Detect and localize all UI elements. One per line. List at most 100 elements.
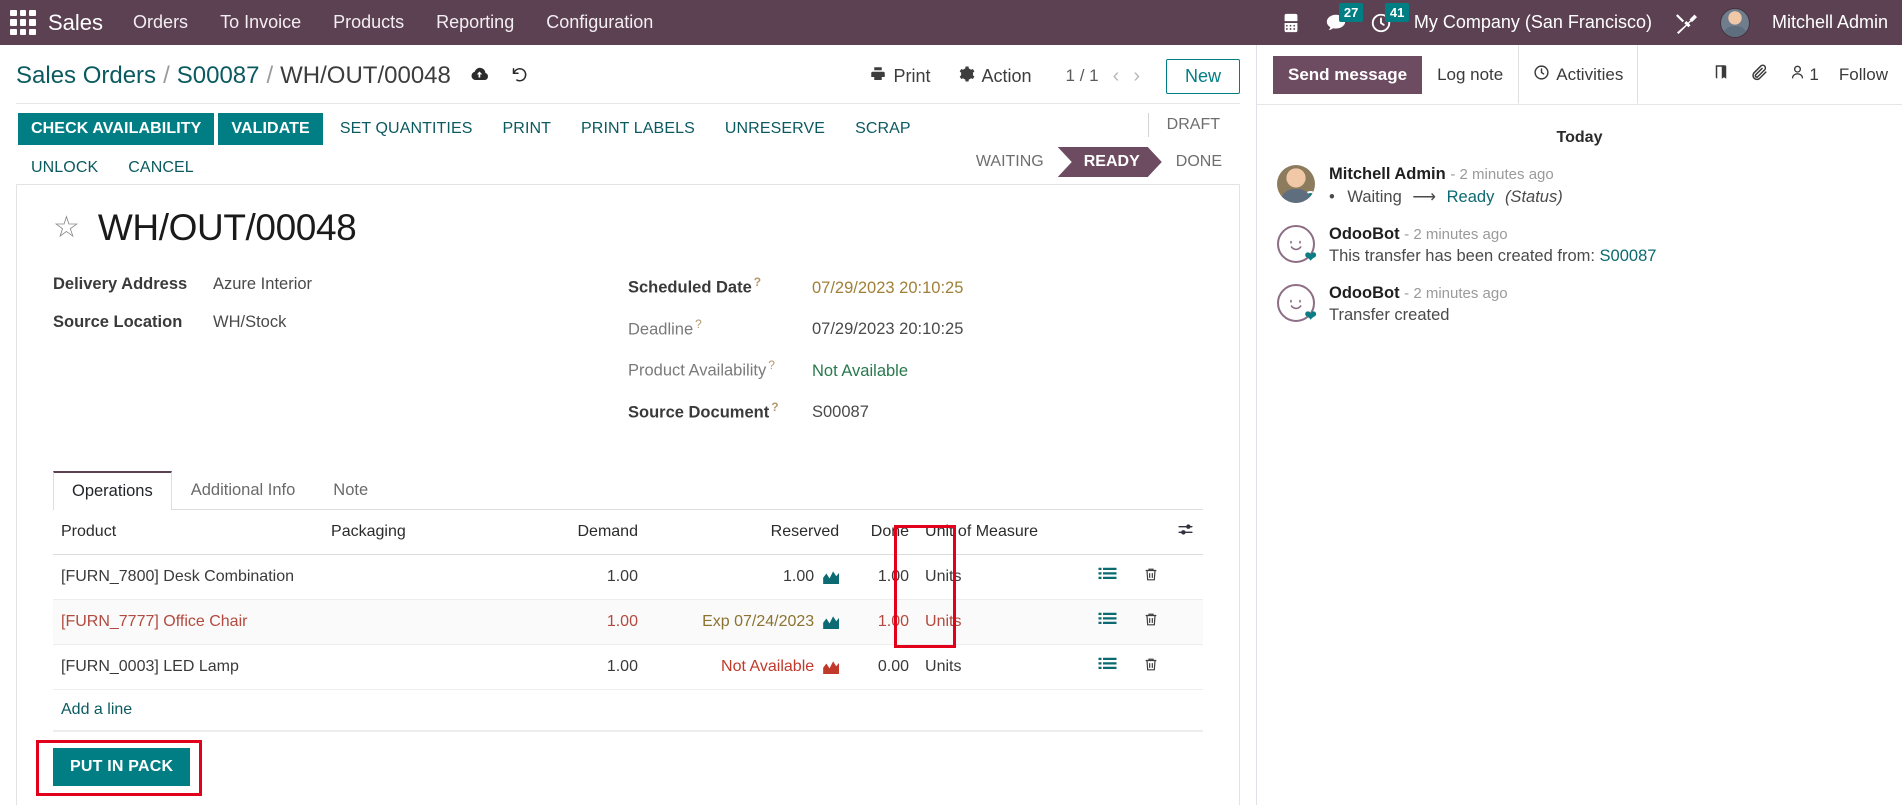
table-row[interactable]: [FURN_7777] Office Chair 1.00 Exp 07/24/… [53,599,1203,645]
apps-grid-icon[interactable] [10,9,36,36]
forecast-red-icon[interactable] [823,661,840,674]
trash-icon[interactable] [1143,566,1159,588]
tab-additional-info[interactable]: Additional Info [172,471,315,510]
field-value-source-document[interactable]: S00087 [812,403,869,422]
paperclip-icon[interactable] [1750,63,1769,87]
field-value-delivery-address[interactable]: Azure Interior [213,275,312,294]
cell-demand[interactable]: 1.00 [518,554,646,600]
cell-uom[interactable]: Units [917,554,1087,600]
detailed-operations-icon[interactable] [1098,567,1117,587]
cell-reserved[interactable]: Exp 07/24/2023 [645,599,848,645]
user-menu[interactable]: Mitchell Admin [1772,12,1888,33]
cell-done[interactable]: 1.00 [847,554,918,600]
phone-icon[interactable] [1280,12,1302,34]
menu-item-orders[interactable]: Orders [133,12,188,33]
column-header-reserved[interactable]: Reserved [645,510,848,555]
followers-button[interactable]: 1 [1789,63,1819,86]
help-icon[interactable]: ? [754,275,761,289]
undo-icon[interactable] [510,65,529,87]
clock-icon[interactable]: 41 [1370,2,1410,34]
message-author[interactable]: OdooBot [1329,225,1400,243]
menu-item-configuration[interactable]: Configuration [546,12,653,33]
status-step-done[interactable]: DONE [1162,147,1236,177]
column-header-done[interactable]: Done [847,510,918,555]
unreserve-button[interactable]: UNRESERVE [712,113,838,145]
field-value-source-location[interactable]: WH/Stock [213,313,286,332]
print-labels-button[interactable]: PRINT LABELS [568,113,708,145]
column-header-product[interactable]: Product [53,510,324,555]
avatar[interactable] [1719,7,1750,38]
cell-product[interactable]: [FURN_7777] Office Chair [53,599,324,645]
cell-reserved[interactable]: Not Available [645,644,848,690]
cell-packaging[interactable] [323,644,519,690]
cell-packaging[interactable] [323,554,519,600]
status-draft[interactable]: DRAFT [1147,113,1236,137]
avatar[interactable]: ❤ [1277,284,1317,324]
put-in-pack-button[interactable]: PUT IN PACK [53,748,191,786]
new-button[interactable]: New [1165,58,1240,94]
print-action-button[interactable]: PRINT [490,113,565,145]
print-button[interactable]: Print [869,65,931,88]
field-value-scheduled-date[interactable]: 07/29/2023 20:10:25 [812,279,963,298]
cell-product[interactable]: [FURN_7800] Desk Combination [53,554,324,600]
follow-button[interactable]: Follow [1839,65,1888,85]
breadcrumb-item-sales-orders[interactable]: Sales Orders [16,62,156,90]
cell-demand[interactable]: 1.00 [518,644,646,690]
check-availability-button[interactable]: CHECK AVAILABILITY [18,113,215,145]
cell-demand[interactable]: 1.00 [518,599,646,645]
trash-icon[interactable] [1143,611,1159,633]
messages-icon[interactable]: 27 [1324,2,1364,34]
menu-item-to-invoice[interactable]: To Invoice [220,12,301,33]
field-value-deadline[interactable]: 07/29/2023 20:10:25 [812,320,963,339]
breadcrumb-item-s00087[interactable]: S00087 [177,62,260,90]
status-step-waiting[interactable]: WAITING [962,147,1058,177]
cloud-upload-icon[interactable] [469,66,490,87]
add-line-row[interactable]: Add a line [53,689,1203,732]
table-row[interactable]: [FURN_0003] LED Lamp 1.00 Not Available [53,644,1203,690]
book-icon[interactable] [1712,63,1730,86]
tools-icon[interactable] [1674,11,1698,35]
cell-done[interactable]: 1.00 [847,599,918,645]
tab-note[interactable]: Note [314,471,387,510]
sliders-icon[interactable] [1176,523,1195,542]
detailed-operations-icon[interactable] [1098,657,1117,677]
star-outline-icon[interactable]: ☆ [53,213,80,243]
avatar[interactable] [1277,165,1315,203]
message-author[interactable]: Mitchell Admin [1329,165,1446,183]
cell-product[interactable]: [FURN_0003] LED Lamp [53,644,324,690]
activities-button[interactable]: Activities [1518,45,1639,104]
help-icon[interactable]: ? [771,400,778,414]
cell-reserved[interactable]: 1.00 [645,554,848,600]
forecast-teal-icon[interactable] [823,571,840,584]
help-icon[interactable]: ? [695,317,702,331]
send-message-button[interactable]: Send message [1273,55,1423,94]
status-step-ready[interactable]: READY [1058,147,1162,177]
trash-icon[interactable] [1143,656,1159,678]
table-row[interactable]: [FURN_7800] Desk Combination 1.00 1.00 1… [53,554,1203,600]
menu-item-reporting[interactable]: Reporting [436,12,514,33]
detailed-operations-icon[interactable] [1098,612,1117,632]
message-author[interactable]: OdooBot [1329,284,1400,302]
unlock-button[interactable]: UNLOCK [18,152,111,184]
forecast-teal-icon[interactable] [823,616,840,629]
cell-packaging[interactable] [323,599,519,645]
action-button[interactable]: Action [957,65,1032,88]
cancel-button[interactable]: CANCEL [115,152,207,184]
column-header-unit-of-measure[interactable]: Unit of Measure [917,510,1087,555]
column-header-demand[interactable]: Demand [518,510,646,555]
tab-operations[interactable]: Operations [53,471,172,510]
message-record-link[interactable]: S00087 [1600,247,1657,265]
company-switcher[interactable]: My Company (San Francisco) [1414,12,1652,33]
cell-uom[interactable]: Units [917,599,1087,645]
add-a-line-button[interactable]: Add a line [53,690,1203,731]
validate-button[interactable]: VALIDATE [218,113,323,145]
app-brand-sales[interactable]: Sales [48,10,103,36]
log-note-button[interactable]: Log note [1422,56,1518,94]
chevron-right-icon[interactable]: › [1133,65,1140,88]
chevron-left-icon[interactable]: ‹ [1113,65,1120,88]
cell-done[interactable]: 0.00 [847,644,918,690]
menu-item-products[interactable]: Products [333,12,404,33]
help-icon[interactable]: ? [768,358,775,372]
scrap-button[interactable]: SCRAP [842,113,924,145]
set-quantities-button[interactable]: SET QUANTITIES [327,113,486,145]
